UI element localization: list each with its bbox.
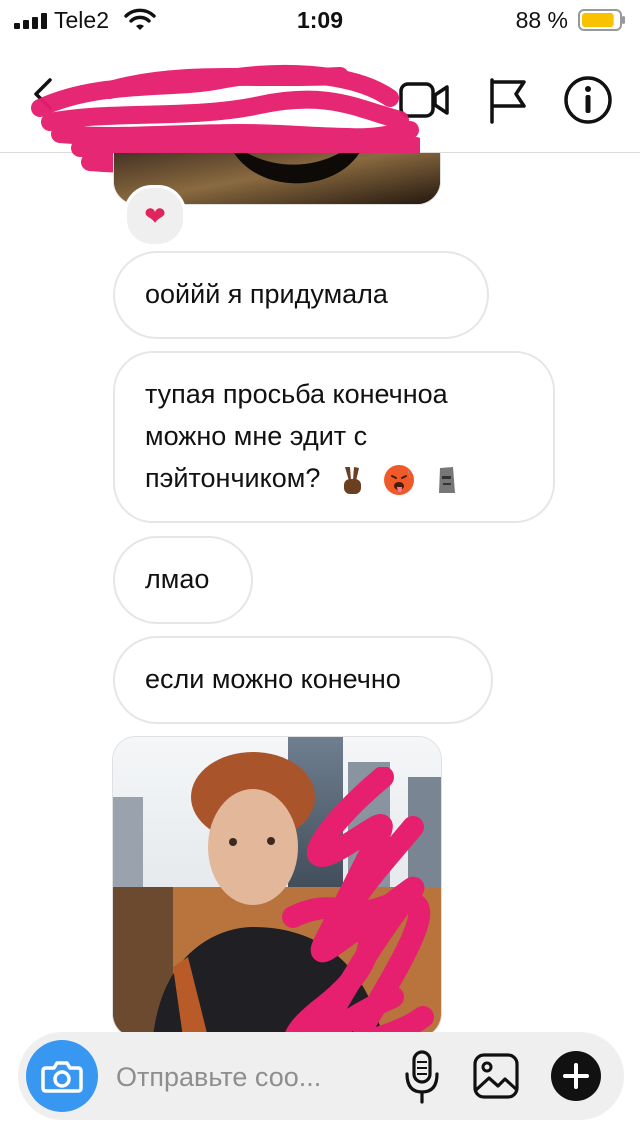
heart-reaction-icon[interactable]: ❤ bbox=[124, 185, 186, 247]
redaction-scribble bbox=[282, 767, 434, 1033]
message-text: ооййй я придумала bbox=[145, 279, 388, 309]
back-arrow-icon[interactable] bbox=[24, 74, 64, 114]
message-composer bbox=[18, 1032, 624, 1120]
microphone-icon[interactable] bbox=[402, 1050, 442, 1106]
battery-percent: 88 % bbox=[515, 7, 568, 33]
contact-name[interactable] bbox=[70, 72, 370, 132]
plus-icon[interactable] bbox=[550, 1050, 602, 1102]
hot-face-icon bbox=[384, 464, 415, 495]
victory-hand-icon bbox=[343, 466, 361, 494]
battery-icon bbox=[578, 9, 625, 31]
message-text: лмао bbox=[145, 564, 210, 594]
status-bar: Tele2 1:09 88 % bbox=[0, 0, 640, 40]
message-bubble[interactable]: лмао bbox=[113, 536, 253, 624]
gallery-icon[interactable] bbox=[472, 1052, 520, 1100]
moai-icon bbox=[438, 466, 455, 493]
message-bubble[interactable]: если можно конечно bbox=[113, 636, 493, 724]
video-camera-icon[interactable] bbox=[398, 74, 450, 126]
flag-icon[interactable] bbox=[484, 74, 536, 126]
info-icon[interactable] bbox=[562, 74, 614, 126]
message-input[interactable] bbox=[114, 1054, 378, 1100]
message-text: если можно конечно bbox=[145, 664, 401, 694]
chat-header bbox=[0, 40, 640, 153]
shared-photo[interactable] bbox=[112, 736, 442, 1033]
message-bubble[interactable]: ооййй я придумала bbox=[113, 251, 489, 339]
camera-button[interactable] bbox=[26, 1040, 98, 1112]
message-bubble[interactable]: тупая просьба конечноа можно мне эдит с … bbox=[113, 351, 555, 523]
message-thread[interactable]: ❤ ооййй я придумала тупая просьба конечн… bbox=[0, 153, 640, 1033]
camera-icon bbox=[41, 1061, 83, 1093]
